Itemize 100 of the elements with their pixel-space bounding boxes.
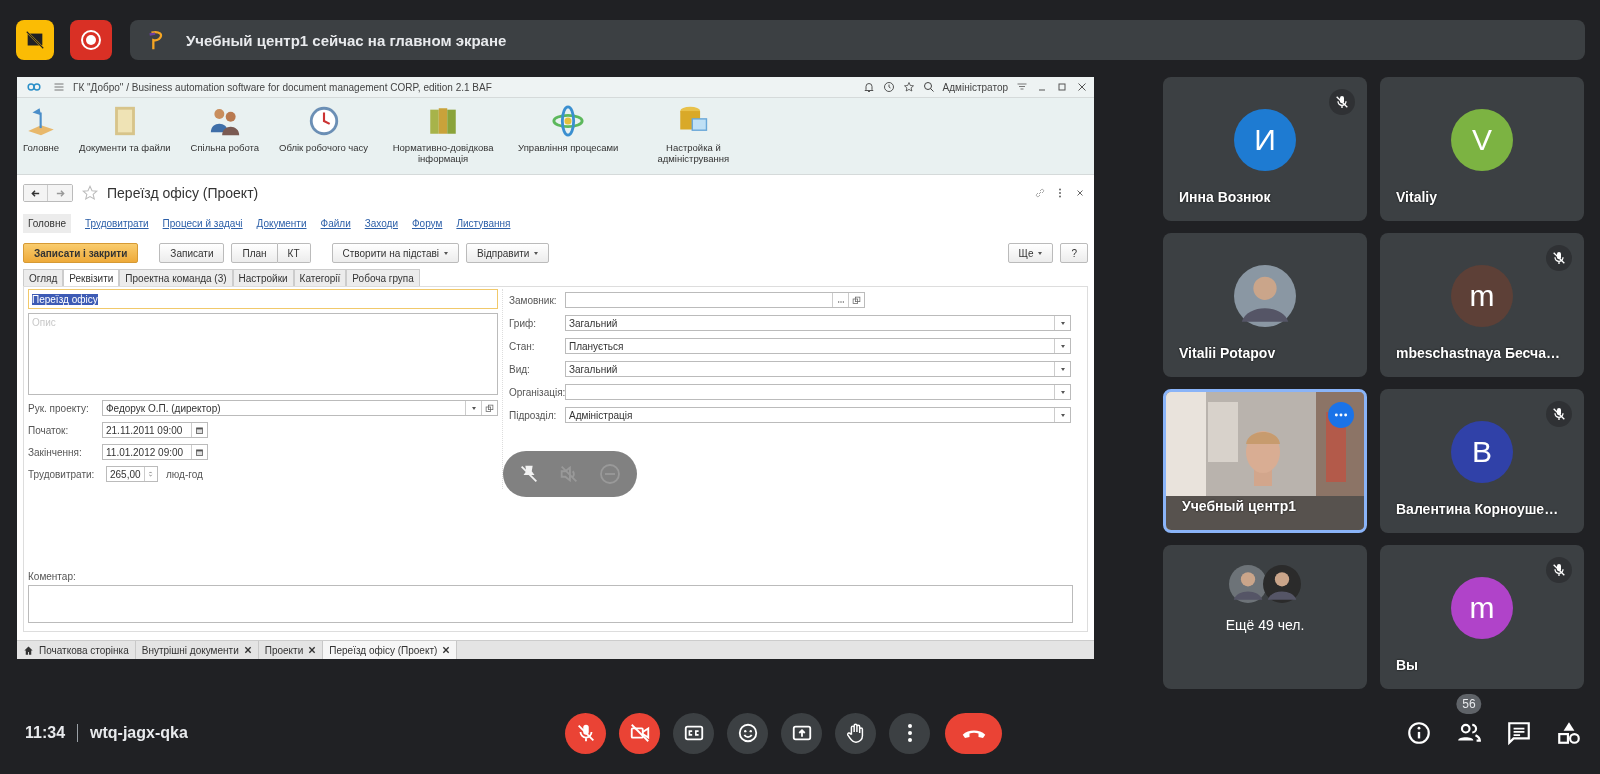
section-button[interactable]: Управління процесами [518, 104, 619, 153]
filter-menu-icon[interactable] [1016, 81, 1028, 93]
shapes-icon [1556, 720, 1582, 746]
field-label: Вид: [509, 363, 531, 375]
nav-link[interactable]: Форум [412, 213, 443, 233]
open-button[interactable] [481, 401, 497, 415]
input-field[interactable]: Переїзд офісу [28, 289, 498, 309]
input-field[interactable]: Адміністрація [565, 407, 1071, 423]
bell-icon[interactable] [862, 81, 875, 93]
caret-icon [1038, 251, 1043, 255]
emoji-button[interactable] [727, 712, 768, 754]
input-field[interactable]: Загальний [565, 361, 1071, 377]
toolbar-button[interactable]: Відправити [466, 243, 550, 263]
tab[interactable]: Проектна команда (3) [119, 269, 233, 286]
more-options-button[interactable] [889, 712, 930, 754]
smiley-icon [736, 722, 759, 744]
nav-link[interactable]: Документи [256, 213, 307, 233]
toolbar-button[interactable]: Записати і закрити [23, 243, 139, 263]
star-icon[interactable] [902, 81, 915, 93]
toolbar-button[interactable]: КТ [277, 243, 311, 263]
tab[interactable]: Настройки [232, 269, 294, 286]
record-button[interactable] [70, 20, 112, 60]
nav-link[interactable]: Процеси й задачі [162, 213, 243, 233]
participant-name: Vitalii Potapov [1179, 345, 1276, 361]
chat-button[interactable] [1506, 720, 1532, 746]
input-field[interactable]: 265,00 [106, 466, 158, 482]
close-icon[interactable] [243, 646, 252, 654]
history-icon[interactable] [882, 81, 895, 93]
field-label: Закінчення: [28, 446, 83, 458]
avatar-icon [1234, 265, 1296, 328]
participant-name: Инна Вознюк [1179, 189, 1271, 205]
pin-off-icon[interactable] [518, 463, 540, 485]
nav-link[interactable]: Заходи [364, 213, 398, 233]
section-button[interactable]: Облік робочого часу [279, 104, 369, 153]
window-tab[interactable]: Переїзд офісу (Проект) [323, 641, 458, 659]
section-button[interactable]: Документи та файли [79, 104, 171, 153]
mic-off-icon [1334, 94, 1350, 110]
present-button[interactable] [781, 712, 822, 754]
toolbar-button[interactable]: План [231, 243, 278, 263]
section-button[interactable]: Нормативно-довідкова інформація [388, 104, 499, 164]
avatar: m [1451, 577, 1513, 640]
presentation-off-icon [24, 29, 46, 51]
meeting-code: wtq-jagx-qka [90, 724, 188, 742]
nav-link[interactable]: Головне [23, 213, 71, 233]
tab[interactable]: Реквізити [63, 269, 120, 286]
input-field[interactable] [565, 292, 865, 308]
avatar: И [1234, 109, 1296, 172]
microphone-button[interactable] [565, 712, 606, 754]
section-button[interactable]: Головне [23, 104, 60, 153]
calendar-icon [195, 447, 204, 457]
mic-off-icon [1551, 406, 1567, 422]
nav-link[interactable]: Листування [456, 213, 511, 233]
tab[interactable]: Огляд [23, 269, 64, 286]
window-tab[interactable]: Початкова сторінка [17, 641, 136, 659]
nav-link[interactable]: Трудовитрати [85, 213, 149, 233]
star-icon[interactable] [81, 184, 99, 202]
user-name[interactable]: Адміністратор [942, 81, 1008, 93]
back-button[interactable] [24, 185, 48, 201]
close-icon[interactable] [442, 646, 451, 654]
maximize-icon[interactable] [1056, 81, 1068, 93]
tab[interactable]: Категорії [293, 269, 347, 286]
info-icon [1406, 720, 1432, 746]
caret-icon [444, 251, 449, 255]
open-button[interactable] [848, 293, 864, 307]
section-button[interactable]: Настройка й адміністрування [638, 104, 749, 164]
avatar: V [1451, 109, 1513, 172]
presentation-off-button[interactable] [16, 20, 54, 60]
raise-hand-button[interactable] [835, 712, 876, 754]
field-label: Трудовитрати: [28, 468, 96, 480]
nav-link[interactable]: Файли [320, 213, 351, 233]
input-field[interactable]: Планується [565, 338, 1071, 354]
camera-off-icon [628, 722, 651, 744]
input-field[interactable]: Загальний [565, 315, 1071, 331]
activities-button[interactable] [1556, 720, 1582, 746]
toolbar-button[interactable]: Ще [1007, 243, 1054, 263]
toolbar-button[interactable]: Створити на підставі [331, 243, 460, 263]
camera-button[interactable] [619, 712, 660, 754]
link-icon[interactable] [1034, 187, 1046, 199]
home-icon [23, 644, 34, 656]
section-button[interactable]: Спільна робота [190, 104, 259, 153]
end-call-button[interactable] [945, 712, 1002, 754]
toolbar-button[interactable]: Записати [159, 243, 225, 263]
caret-icon [534, 251, 539, 255]
toolbar-button[interactable]: ? [1060, 243, 1088, 263]
input-field[interactable]: Федорук О.П. (директор) [102, 400, 498, 416]
tab[interactable]: Робоча група [346, 269, 420, 286]
input-field[interactable]: 11.01.2012 09:00 [102, 444, 208, 460]
banner-text: Учебный центр1 сейчас на главном экране [186, 31, 507, 49]
captions-button[interactable] [673, 712, 714, 754]
participant-name: Учебный центр1 [1182, 498, 1297, 514]
input-field[interactable]: 21.11.2011 09:00 [102, 422, 208, 438]
input-field[interactable] [565, 384, 1071, 400]
calendar-icon [195, 425, 204, 435]
info-button[interactable] [1406, 720, 1432, 746]
close-icon[interactable] [308, 646, 317, 654]
search-icon[interactable] [922, 81, 935, 93]
spin-icon [147, 469, 155, 479]
phone-hangup-icon [961, 728, 986, 738]
window-tab[interactable]: Внутрішні документи [135, 641, 259, 659]
close-icon[interactable] [1076, 81, 1088, 93]
